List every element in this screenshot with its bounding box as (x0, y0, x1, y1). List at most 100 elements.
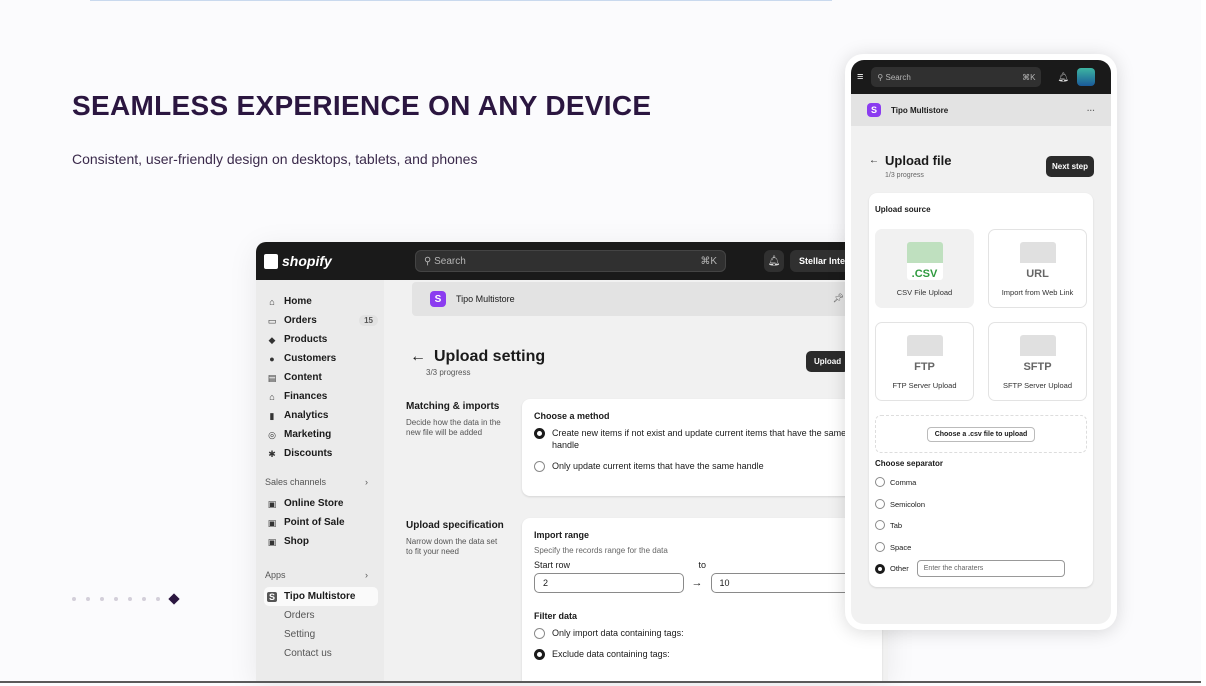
nav-shop[interactable]: ▣ Shop (264, 532, 378, 551)
page-progress: 3/3 progress (426, 368, 471, 377)
radio-unselected[interactable] (875, 499, 885, 509)
spec-title: Upload specification (406, 520, 504, 531)
option-label: Create new items if not exist and update… (552, 428, 847, 450)
tipo-app-icon: S (867, 103, 881, 117)
separator-tab[interactable]: Tab (875, 520, 902, 530)
pagination-dot[interactable] (100, 597, 104, 601)
radio-unselected[interactable] (534, 461, 545, 472)
radio-selected[interactable] (875, 563, 885, 574)
spec-desc: Narrow down the data set to fit your nee… (406, 537, 498, 556)
csv-file-icon: .CSV (906, 242, 943, 280)
subheadline: Consistent, user-friendly design on desk… (72, 151, 478, 167)
nav-finances[interactable]: ⌂ Finances (264, 387, 378, 406)
desktop-search-input[interactable]: ⚲ Search ⌘K (415, 250, 726, 272)
option-label: Only import data containing tags: (552, 628, 684, 638)
pagination-dot[interactable] (156, 597, 160, 601)
radio-unselected[interactable] (875, 542, 885, 552)
upload-button[interactable]: Upload (806, 351, 850, 372)
filter-option-exclude[interactable]: Exclude data containing tags: (534, 648, 870, 660)
orders-badge: 15 (359, 315, 378, 326)
method-option-create[interactable]: Create new items if not exist and update… (534, 427, 870, 451)
pagination-dot-active[interactable] (168, 593, 180, 605)
filter-option-include[interactable]: Only import data containing tags: (534, 627, 870, 639)
next-step-button[interactable]: Next step (1046, 156, 1095, 177)
source-csv-tile[interactable]: .CSV CSV File Upload (875, 229, 974, 308)
nav-content[interactable]: ▤ Content (264, 368, 378, 387)
right-edge (1201, 0, 1206, 686)
back-arrow-icon[interactable]: ← (410, 348, 426, 366)
separator-other[interactable]: Other Enter the charaters (875, 560, 1065, 577)
shopify-logo[interactable]: shopify (264, 253, 332, 269)
option-label: Only update current items that have the … (552, 461, 764, 471)
source-sftp-tile[interactable]: SFTP SFTP Server Upload (988, 322, 1087, 401)
avatar[interactable] (1076, 68, 1095, 86)
nav-analytics[interactable]: ▮ Analytics (264, 406, 378, 425)
headline: SEAMLESS EXPERIENCE ON ANY DEVICE (72, 90, 652, 121)
nav-sub-setting[interactable]: Setting (264, 625, 378, 644)
nav-discounts[interactable]: ✱ Discounts (264, 444, 378, 463)
nav-marketing[interactable]: ◎ Marketing (264, 425, 378, 444)
nav-sub-orders[interactable]: Orders (264, 606, 378, 625)
separator-space[interactable]: Space (875, 542, 911, 552)
separator-semicolon[interactable]: Semicolon (875, 499, 925, 509)
bell-icon[interactable]: 🔔︎ (1057, 72, 1068, 83)
tile-label: CSV File Upload (896, 288, 953, 297)
other-separator-input[interactable]: Enter the charaters (916, 560, 1065, 577)
radio-unselected[interactable] (875, 520, 885, 530)
hamburger-menu-icon[interactable]: ≡ (857, 71, 863, 83)
chevron-right-icon: › (365, 570, 368, 580)
pagination-dot[interactable] (86, 597, 90, 601)
nav-orders[interactable]: ▭ Orders 15 (264, 311, 378, 330)
start-row-input[interactable]: 2 (534, 573, 684, 593)
chart-icon: ▮ (269, 410, 275, 421)
page-progress: 1/3 progress (885, 172, 924, 179)
nav-customers[interactable]: ● Customers (264, 349, 378, 368)
source-ftp-tile[interactable]: FTP FTP Server Upload (875, 322, 974, 401)
back-arrow-icon[interactable]: ← (869, 155, 879, 166)
file-tag: .CSV (911, 268, 938, 280)
nav-label: Point of Sale (284, 517, 345, 528)
method-option-update[interactable]: Only update current items that have the … (534, 460, 870, 472)
nav-label: Finances (284, 391, 328, 402)
radio-selected[interactable] (534, 649, 545, 660)
shopify-bag-icon (264, 253, 278, 269)
pagination-dot[interactable] (114, 597, 118, 601)
sales-channels-header[interactable]: Sales channels › (264, 477, 378, 494)
pos-icon: ▣ (267, 517, 277, 528)
more-icon[interactable]: ··· (1087, 106, 1095, 115)
choose-file-button[interactable]: Choose a .csv file to upload (926, 426, 1036, 442)
nav-products[interactable]: ◆ Products (264, 330, 378, 349)
bell-icon[interactable]: 🔔︎ (764, 250, 784, 272)
nav-online-store[interactable]: ▣ Online Store (264, 494, 378, 513)
nav-label: Products (284, 334, 328, 345)
app-title-bar: S Tipo Multistore 📌︎ (412, 282, 852, 316)
nav-label: Tipo Multistore (284, 591, 356, 602)
file-dropzone[interactable]: Choose a .csv file to upload (875, 415, 1087, 453)
shopify-wordmark: shopify (282, 253, 332, 269)
apps-header[interactable]: Apps › (264, 570, 378, 587)
import-range-desc: Specify the records range for the data (534, 546, 668, 555)
option-label: Other (890, 564, 909, 573)
radio-selected[interactable] (534, 428, 545, 439)
nav-home[interactable]: ⌂ Home (264, 292, 378, 311)
tipo-app-icon: S (267, 591, 277, 602)
nav-tipo-multistore[interactable]: S Tipo Multistore (264, 587, 378, 606)
phone-app-bar: S Tipo Multistore ··· (851, 94, 1111, 126)
source-url-tile[interactable]: URL Import from Web Link (988, 229, 1087, 308)
pagination-dot[interactable] (142, 597, 146, 601)
radio-unselected[interactable] (534, 628, 545, 639)
radio-unselected[interactable] (875, 477, 885, 487)
nav-point-of-sale[interactable]: ▣ Point of Sale (264, 513, 378, 532)
nav-sub-contact[interactable]: Contact us (264, 644, 378, 663)
slide: SEAMLESS EXPERIENCE ON ANY DEVICE Consis… (0, 0, 1206, 686)
phone-topbar: ≡ ⚲ Search ⌘K 🔔︎ (851, 60, 1111, 94)
phone-search-input[interactable]: ⚲ Search ⌘K (871, 67, 1042, 87)
search-placeholder: Search (885, 72, 911, 82)
pagination-dot[interactable] (128, 597, 132, 601)
tipo-app-icon: S (430, 291, 446, 307)
search-shortcut: ⌘K (1022, 72, 1036, 82)
file-tag: SFTP (1023, 361, 1052, 373)
separator-comma[interactable]: Comma (875, 477, 916, 487)
pagination-dot[interactable] (72, 597, 76, 601)
pin-icon[interactable]: 📌︎ (833, 293, 844, 304)
